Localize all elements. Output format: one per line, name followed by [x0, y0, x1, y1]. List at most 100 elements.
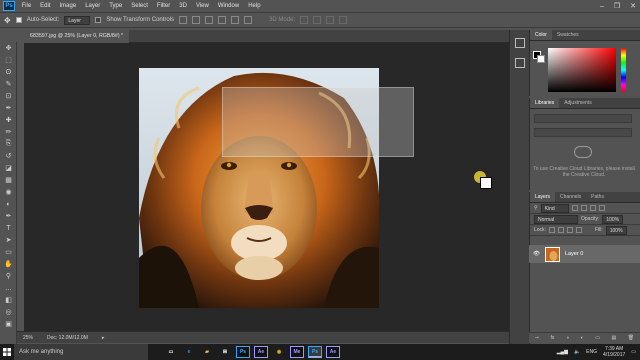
layer-row[interactable]: 👁 Layer 0 [529, 245, 640, 263]
delete-layer-icon[interactable]: 🗑 [628, 335, 634, 341]
fg-bg-icon[interactable]: ◧ [0, 294, 17, 306]
zoom-level[interactable]: 25% [23, 335, 33, 341]
photoshop-icon[interactable]: Ps [236, 346, 250, 358]
filter-type-icon[interactable] [589, 205, 596, 211]
zoom-icon[interactable]: ⚲ [0, 270, 17, 282]
document-tab[interactable]: 683597.jpg @ 25% (Layer 0, RGB/8#) * [24, 30, 130, 43]
path-select-icon[interactable]: ➤ [0, 234, 17, 246]
type-icon[interactable]: T [0, 222, 17, 234]
filter-pixel-icon[interactable] [571, 205, 578, 211]
history-icon[interactable] [514, 38, 525, 48]
new-group-icon[interactable]: ▭ [595, 335, 600, 341]
layer-name[interactable]: Layer 0 [565, 251, 583, 257]
blur-icon[interactable]: ◉ [0, 186, 17, 198]
brush-icon[interactable]: ✏ [0, 126, 17, 138]
menu-view[interactable]: View [191, 0, 213, 12]
align-bottom-icon[interactable] [205, 16, 214, 24]
adjustment-layer-icon[interactable]: ◐ [581, 335, 584, 341]
color-picker-field[interactable] [548, 48, 616, 92]
tab-swatches[interactable]: Swatches [552, 30, 584, 40]
move-icon[interactable]: ✥ [0, 42, 17, 54]
network-icon[interactable]: ▂▄▆ [557, 349, 568, 355]
layer-style-icon[interactable]: fx [551, 335, 555, 341]
roll-3d-icon[interactable] [313, 16, 322, 24]
align-left-icon[interactable] [218, 16, 227, 24]
eraser-icon[interactable]: ◪ [0, 162, 17, 174]
restore-button[interactable]: ❐ [614, 2, 620, 10]
crop-icon[interactable]: ⊡ [0, 90, 17, 102]
after-effects-2-icon[interactable]: Ae [326, 346, 340, 358]
rectangle-icon[interactable]: ▭ [0, 246, 17, 258]
lock-position-icon[interactable] [566, 227, 573, 233]
drag-3d-icon[interactable] [326, 16, 335, 24]
auto-select-checkbox[interactable] [15, 17, 22, 23]
menu-select[interactable]: Select [127, 0, 153, 12]
hand-icon[interactable]: ✋ [0, 258, 17, 270]
clock[interactable]: 7:39 AM 4/19/2017 [603, 346, 625, 358]
menu-filter[interactable]: Filter [152, 0, 174, 12]
chrome-icon[interactable]: ◉ [272, 346, 286, 358]
quick-select-icon[interactable]: ✎ [0, 78, 17, 90]
slide-3d-icon[interactable] [339, 16, 348, 24]
notifications-icon[interactable]: ▭ [631, 349, 636, 355]
eyedropper-icon[interactable]: ✒ [0, 102, 17, 114]
menu-help[interactable]: Help [244, 0, 265, 12]
visibility-eye-icon[interactable]: 👁 [533, 251, 540, 257]
layer-mask-icon[interactable]: ◑ [566, 335, 569, 341]
more-icon[interactable]: … [0, 282, 17, 294]
tab-color[interactable]: Color [530, 30, 552, 40]
store-icon[interactable]: ⊞ [218, 346, 232, 358]
menu-3d[interactable]: 3D [175, 0, 192, 12]
minimize-button[interactable]: – [600, 3, 604, 10]
move-tool-preset-icon[interactable]: ✥ [4, 16, 11, 25]
background-color-swatch[interactable] [537, 55, 545, 63]
start-button[interactable] [0, 344, 14, 360]
menu-layer[interactable]: Layer [81, 0, 105, 12]
marquee-icon[interactable]: ⬚ [0, 54, 17, 66]
opacity-input[interactable]: 100% [602, 214, 624, 224]
tab-libraries[interactable]: Libraries [530, 98, 560, 108]
layer-filter-dropdown[interactable]: Kind [540, 203, 569, 213]
lock-all-icon[interactable] [575, 227, 582, 233]
align-center-icon[interactable] [231, 16, 240, 24]
menu-edit[interactable]: Edit [36, 0, 55, 12]
screen-mode-icon[interactable]: ▣ [0, 318, 17, 330]
lock-transparent-icon[interactable] [548, 227, 555, 233]
align-right-icon[interactable] [244, 16, 253, 24]
link-layers-icon[interactable]: ⊸ [535, 335, 539, 341]
photoshop-active-icon[interactable]: Ps [308, 346, 322, 358]
menu-window[interactable]: Window [213, 0, 243, 12]
history-brush-icon[interactable]: ↺ [0, 150, 17, 162]
clone-stamp-icon[interactable]: ⎘ [0, 138, 17, 150]
tab-channels[interactable]: Channels [555, 192, 586, 202]
blend-mode-dropdown[interactable]: Normal [534, 214, 578, 224]
align-middle-icon[interactable] [192, 16, 201, 24]
align-top-icon[interactable] [179, 16, 188, 24]
library-search[interactable] [534, 128, 632, 137]
lasso-icon[interactable]: ʘ [0, 66, 17, 78]
menu-type[interactable]: Type [105, 0, 127, 12]
media-encoder-icon[interactable]: Me [290, 346, 304, 358]
quick-mask-icon[interactable]: ◎ [0, 306, 17, 318]
menu-file[interactable]: File [17, 0, 36, 12]
dodge-icon[interactable]: ◐ [0, 198, 17, 210]
after-effects-icon[interactable]: Ae [254, 346, 268, 358]
pen-icon[interactable]: ✒ [0, 210, 17, 222]
new-layer-icon[interactable]: ▤ [611, 335, 616, 341]
auto-select-dropdown[interactable]: Layer [64, 15, 91, 25]
filter-adjustment-icon[interactable] [580, 205, 587, 211]
filter-shape-icon[interactable] [598, 205, 605, 211]
close-button[interactable]: ✕ [630, 2, 636, 10]
tab-layers[interactable]: Layers [530, 192, 556, 202]
taskbar-search[interactable]: Ask me anything [14, 344, 148, 360]
fill-input[interactable]: 100% [605, 225, 627, 235]
file-explorer-icon[interactable]: ▰ [200, 346, 214, 358]
hue-slider[interactable] [621, 48, 626, 92]
language-indicator[interactable]: ENG [586, 349, 597, 355]
tab-paths[interactable]: Paths [586, 192, 609, 202]
library-dropdown[interactable] [534, 114, 632, 123]
edge-icon[interactable]: e [182, 346, 196, 358]
show-transform-checkbox[interactable] [95, 17, 102, 23]
lock-pixels-icon[interactable] [557, 227, 564, 233]
tab-adjustments[interactable]: Adjustments [559, 98, 597, 108]
